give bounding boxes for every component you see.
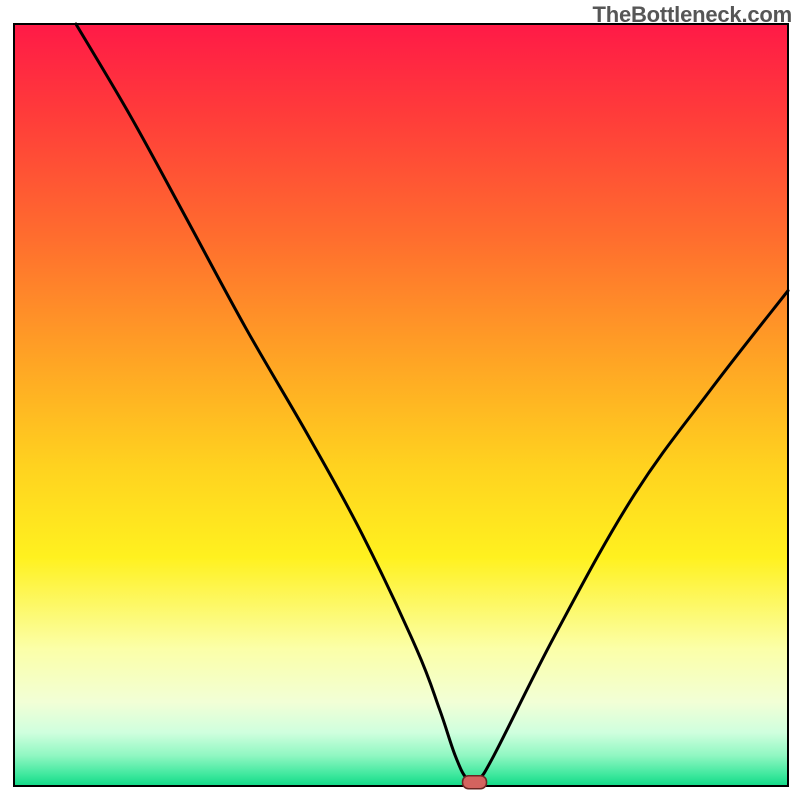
chart-svg xyxy=(0,0,800,800)
bottleneck-chart: TheBottleneck.com xyxy=(0,0,800,800)
minimum-marker xyxy=(463,776,487,789)
plot-background xyxy=(14,24,788,786)
watermark-text: TheBottleneck.com xyxy=(592,2,792,28)
